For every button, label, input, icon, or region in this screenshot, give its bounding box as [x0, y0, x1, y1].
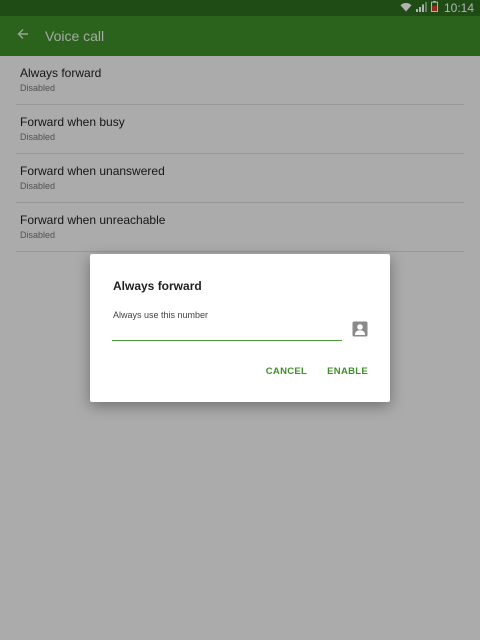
always-forward-dialog: Always forward Always use this number CA…	[90, 254, 390, 402]
dialog-title: Always forward	[113, 279, 202, 293]
contact-icon	[352, 321, 368, 342]
enable-button[interactable]: ENABLE	[327, 366, 368, 377]
dialog-actions: CANCEL ENABLE	[266, 366, 368, 377]
phone-number-label: Always use this number	[113, 310, 209, 320]
contact-picker-button[interactable]	[351, 321, 369, 342]
cancel-button[interactable]: CANCEL	[266, 366, 307, 377]
phone-number-input[interactable]	[112, 322, 342, 341]
